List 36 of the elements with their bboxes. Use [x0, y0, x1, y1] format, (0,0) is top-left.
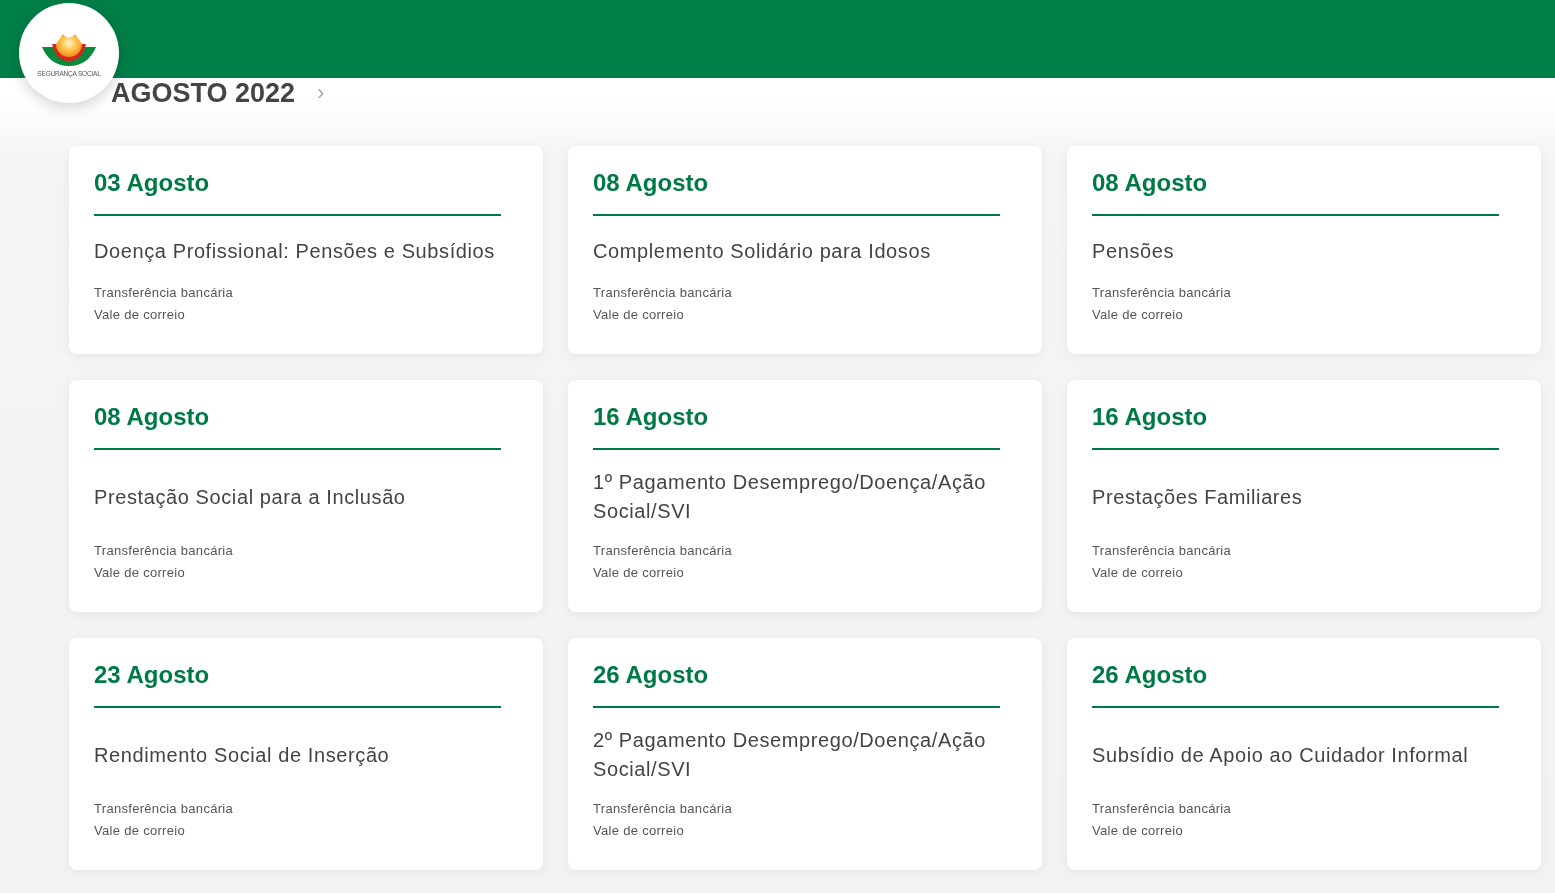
payment-date: 08 Agosto	[94, 402, 211, 432]
payment-date: 26 Agosto	[1092, 660, 1209, 690]
payment-method: Transferência bancária	[593, 284, 734, 302]
payment-method: Vale de correio	[94, 306, 186, 324]
payment-method: Transferência bancária	[593, 542, 734, 560]
payment-title: 1º Pagamento Desemprego/Doença/Ação Social/SVI	[593, 470, 987, 524]
payment-date: 03 Agosto	[94, 168, 211, 198]
payment-date: 23 Agosto	[94, 660, 211, 690]
payment-title: 2º Pagamento Desemprego/Doença/Ação Social/SVI	[593, 728, 987, 782]
payment-title: Pensões	[1092, 238, 1175, 264]
payment-method: Vale de correio	[1092, 564, 1184, 582]
payment-method: Transferência bancária	[1092, 800, 1233, 818]
payment-title: Rendimento Social de Inserção	[94, 742, 390, 768]
payment-method: Transferência bancária	[593, 800, 734, 818]
payment-title: Subsídio de Apoio ao Cuidador Informal	[1092, 742, 1469, 768]
payment-title: Prestação Social para a Inclusão	[94, 484, 406, 510]
payment-title: Prestações Familiares	[1092, 484, 1303, 510]
payment-method: Vale de correio	[94, 564, 186, 582]
payment-method: Transferência bancária	[94, 800, 235, 818]
payment-method: Transferência bancária	[94, 542, 235, 560]
payment-method: Vale de correio	[94, 822, 186, 840]
payment-method: Transferência bancária	[94, 284, 235, 302]
payment-title: Doença Profissional: Pensões e Subsídios	[94, 238, 495, 264]
payment-date: 16 Agosto	[593, 402, 710, 432]
payment-method: Vale de correio	[1092, 306, 1184, 324]
payment-date: 16 Agosto	[1092, 402, 1209, 432]
payment-date: 08 Agosto	[593, 168, 710, 198]
payment-date: 26 Agosto	[593, 660, 710, 690]
payment-method: Vale de correio	[593, 306, 685, 324]
payment-method: Vale de correio	[593, 822, 685, 840]
payment-method: Vale de correio	[593, 564, 685, 582]
payment-date: 08 Agosto	[1092, 168, 1209, 198]
payment-method: Vale de correio	[1092, 822, 1184, 840]
payment-method: Transferência bancária	[1092, 542, 1233, 560]
payment-title: Complemento Solidário para Idosos	[593, 238, 931, 264]
payment-method: Transferência bancária	[1092, 284, 1233, 302]
